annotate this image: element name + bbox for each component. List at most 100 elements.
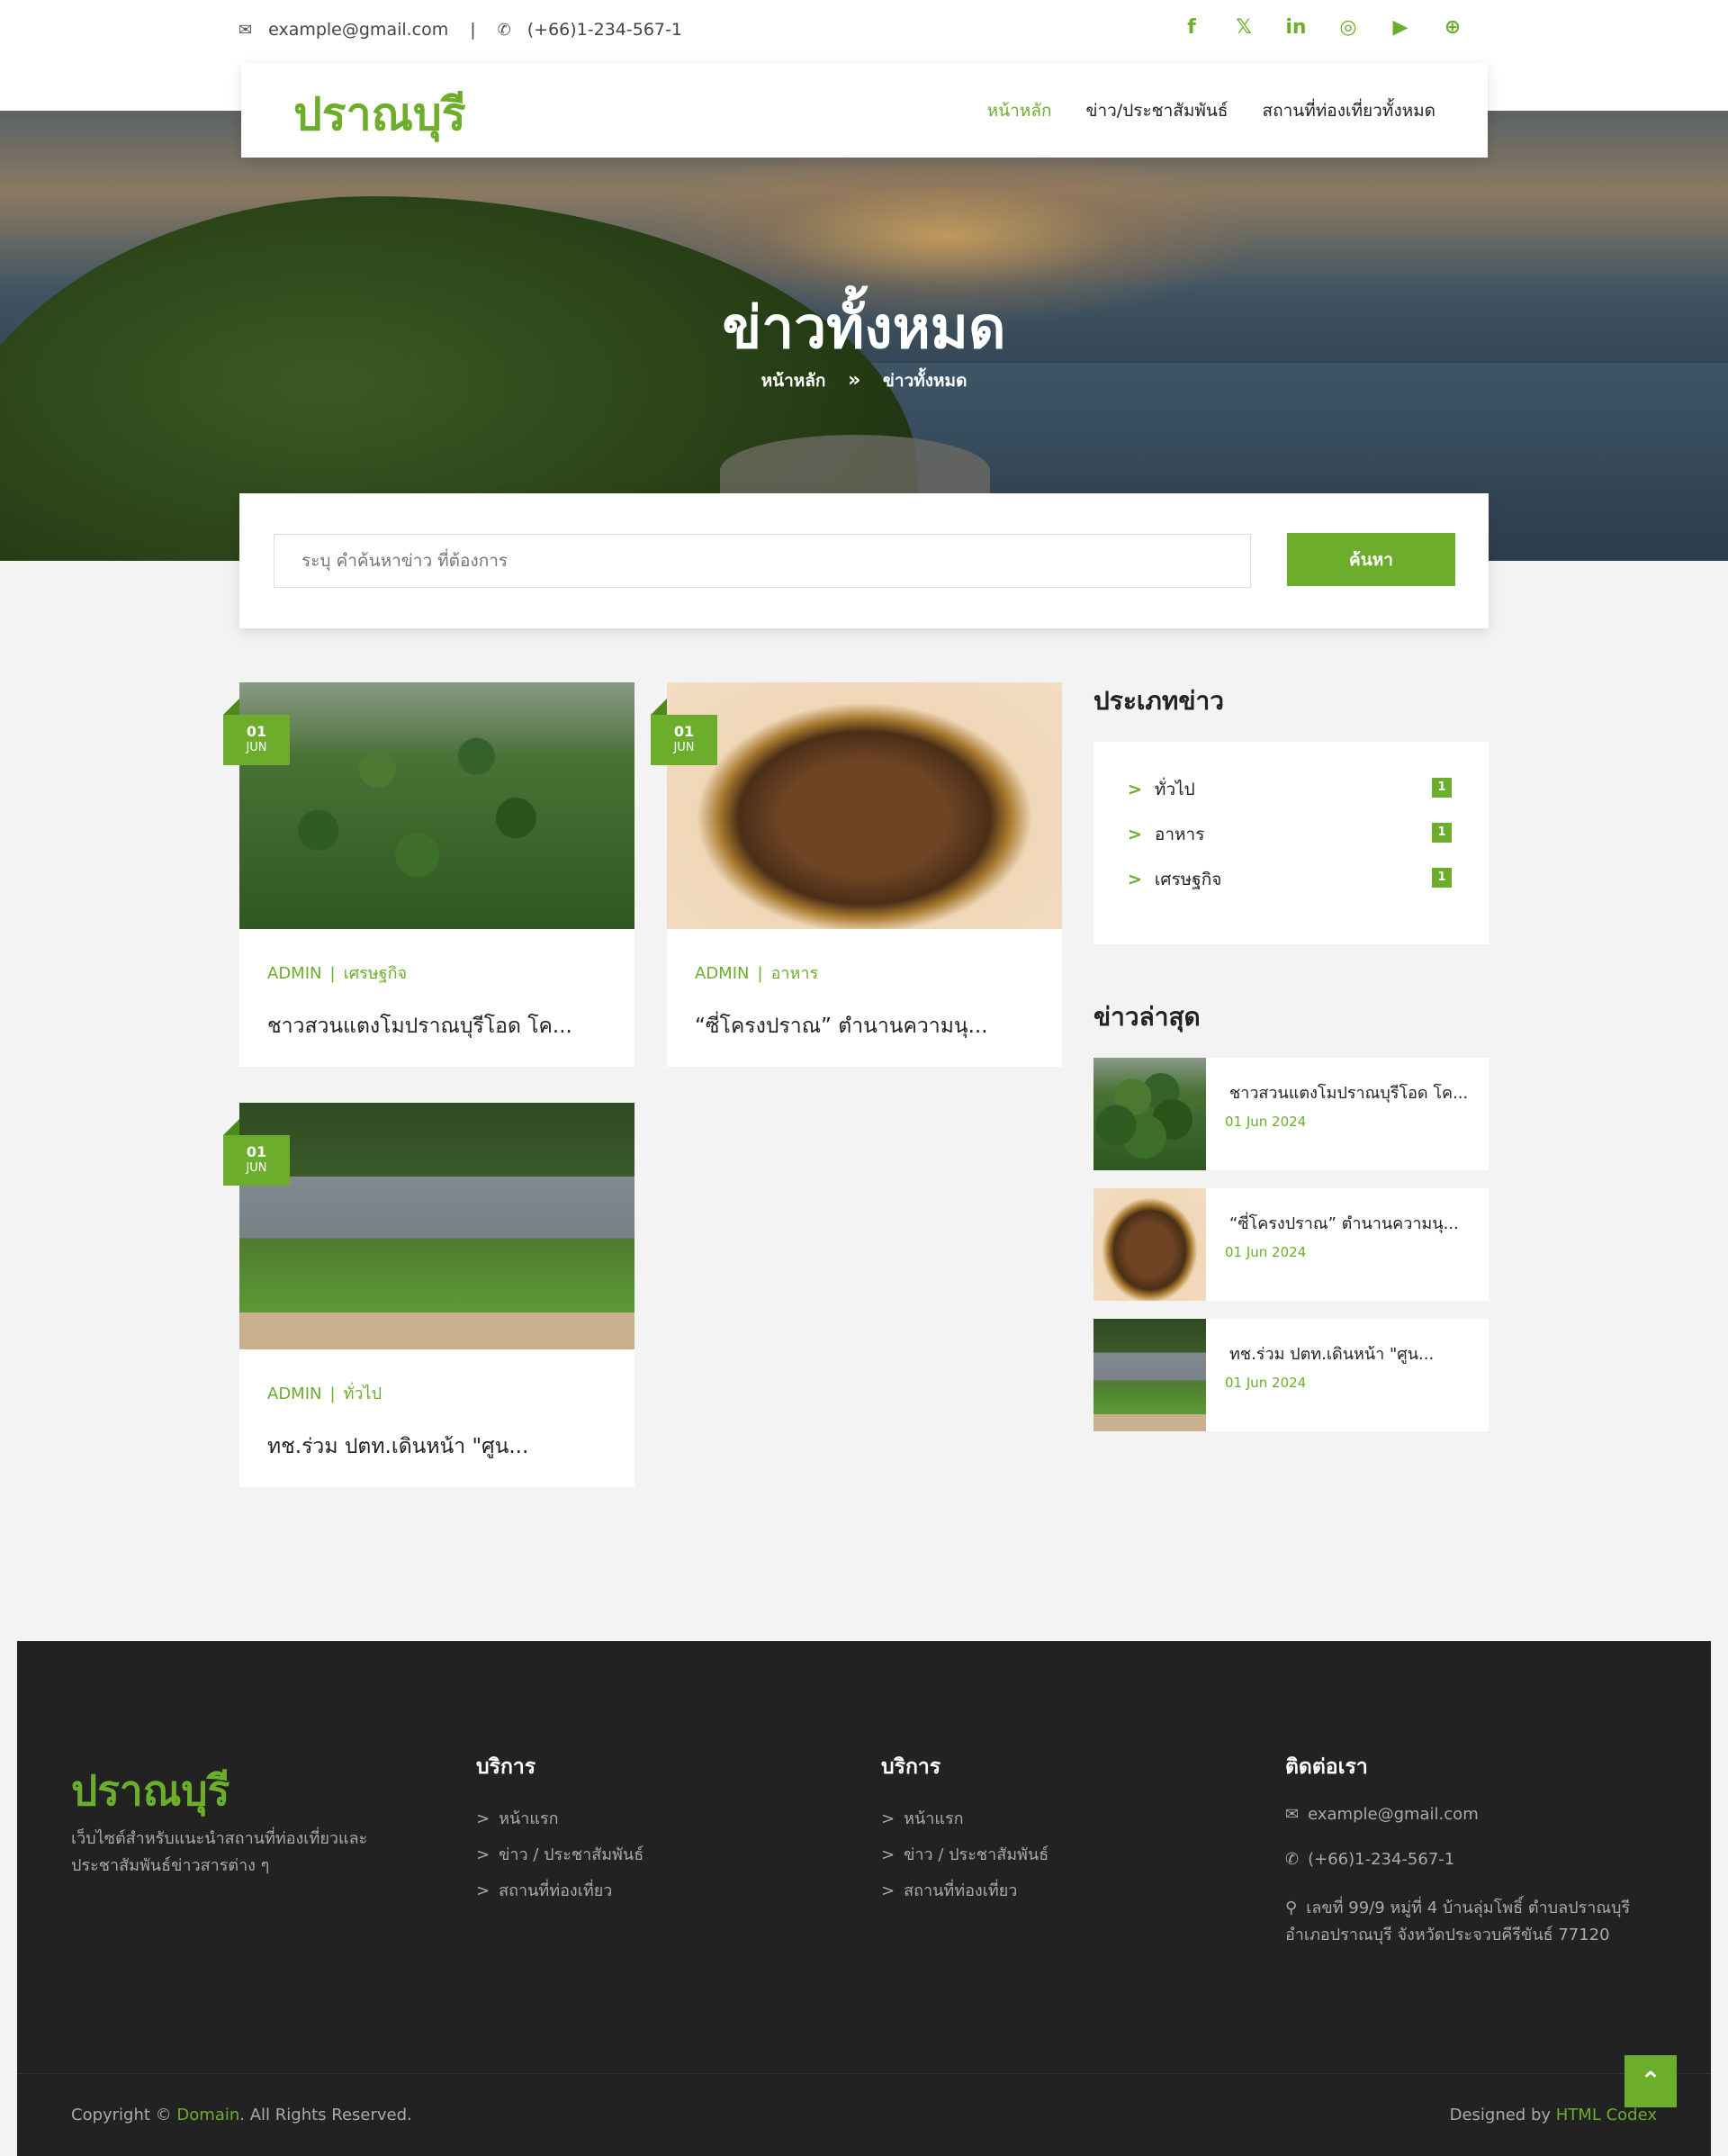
latest-thumb[interactable] (1094, 1188, 1206, 1301)
footer-link-label[interactable]: สถานที่ท่องเที่ยว (499, 1881, 612, 1900)
category-count: 1 (1432, 868, 1452, 888)
back-to-top-button[interactable]: ⌃ (1624, 2055, 1677, 2107)
latest-date: 01 Jun 2024 (1225, 1375, 1307, 1391)
search-button[interactable]: ค้นหา (1287, 533, 1455, 586)
email-icon: ✉ (1285, 1805, 1300, 1824)
chevron-right-icon: > (881, 1881, 896, 1900)
footer-link-home[interactable]: > หน้าแรก (476, 1805, 559, 1831)
copyright-prefix: Copyright © (71, 2106, 172, 2124)
topbar-phone[interactable]: (+66)1-234-567-1 (527, 20, 682, 40)
latest-title[interactable]: ทช.ร่วม ปตท.เดินหน้า "ศูน... (1229, 1340, 1434, 1367)
news-meta: ADMIN | อาหาร (695, 964, 819, 983)
footer-link-label[interactable]: ข่าว / ประชาสัมพันธ์ (904, 1845, 1048, 1864)
news-meta: ADMIN | ทั่วไป (267, 1385, 382, 1403)
latest-news-item[interactable]: ทช.ร่วม ปตท.เดินหน้า "ศูน... 01 Jun 2024 (1094, 1319, 1489, 1431)
double-chevron-up-icon: ⌃ (1640, 2066, 1661, 2096)
footer-email[interactable]: ✉ example@gmail.com (1285, 1805, 1479, 1824)
news-author[interactable]: ADMIN (267, 964, 321, 983)
news-image-food[interactable] (667, 682, 1062, 929)
news-category[interactable]: ทั่วไป (344, 1385, 382, 1403)
double-chevron-right-icon: » (848, 369, 861, 392)
footer-link-news[interactable]: > ข่าว / ประชาสัมพันธ์ (881, 1841, 1048, 1867)
header-navbar: ปราณบุรี หน้าหลัก ข่าว/ประชาสัมพันธ์ สถา… (241, 63, 1488, 158)
chevron-right-icon: > (1128, 780, 1142, 799)
footer-link-news[interactable]: > ข่าว / ประชาสัมพันธ์ (476, 1841, 644, 1867)
topbar-contact: ✉ example@gmail.com | ✆ (+66)1-234-567-1 (238, 20, 682, 40)
footer-link-attractions[interactable]: > สถานที่ท่องเที่ยว (476, 1877, 612, 1903)
copyright-link[interactable]: Domain (176, 2106, 239, 2124)
footer-logo[interactable]: ปราณบุรี (71, 1758, 230, 1824)
chevron-right-icon: > (1128, 825, 1142, 844)
footer-link-attractions[interactable]: > สถานที่ท่องเที่ยว (881, 1877, 1017, 1903)
category-label[interactable]: อาหาร (1155, 825, 1204, 844)
nav-item-home[interactable]: หน้าหลัก (987, 97, 1052, 124)
footer-link-label[interactable]: หน้าแรก (904, 1809, 963, 1828)
search-input[interactable] (274, 534, 1251, 588)
footer-col1-heading: บริการ (476, 1755, 536, 1779)
footer-link-label[interactable]: หน้าแรก (499, 1809, 558, 1828)
news-card[interactable]: 01 JUN ADMIN | เศรษฐกิจ ชาวสวนแตงโมปราณบุร… (223, 682, 634, 1067)
latest-news-heading: ข่าวล่าสุด (1094, 1002, 1201, 1032)
youtube-icon[interactable]: ▶ (1388, 16, 1413, 39)
footer-phone-text[interactable]: (+66)1-234-567-1 (1308, 1850, 1454, 1869)
linkedin-icon[interactable]: in (1283, 16, 1309, 39)
news-author[interactable]: ADMIN (267, 1385, 321, 1403)
footer-link-home[interactable]: > หน้าแรก (881, 1805, 964, 1831)
news-image-park[interactable] (239, 1103, 634, 1349)
date-badge: 01 JUN (223, 1119, 290, 1186)
breadcrumb-home[interactable]: หน้าหลัก (761, 371, 826, 391)
news-image-watermelon[interactable] (239, 682, 634, 929)
footer-contact-heading: ติดต่อเรา (1285, 1755, 1368, 1779)
copyright: Copyright © Domain. All Rights Reserved. (71, 2106, 412, 2124)
main-nav: หน้าหลัก ข่าว/ประชาสัมพันธ์ สถานที่ท่องเ… (987, 97, 1436, 124)
footer-phone[interactable]: ✆ (+66)1-234-567-1 (1285, 1850, 1454, 1869)
nav-item-attractions[interactable]: สถานที่ท่องเที่ยวทั้งหมด (1262, 97, 1436, 124)
instagram-icon[interactable]: ◎ (1336, 16, 1361, 39)
date-day: 01 (246, 723, 267, 740)
footer-divider (17, 2073, 1711, 2074)
news-category[interactable]: เศรษฐกิจ (344, 964, 408, 983)
facebook-icon[interactable]: f (1179, 16, 1204, 39)
category-count: 1 (1432, 778, 1452, 798)
category-item[interactable]: > อาหาร 1 (1128, 821, 1452, 848)
site-logo[interactable]: ปราณบุรี (293, 79, 466, 150)
latest-news-item[interactable]: “ซี่โครงปราณ” ตำนานความนุ... 01 Jun 2024 (1094, 1188, 1489, 1301)
category-label[interactable]: เศรษฐกิจ (1155, 870, 1221, 889)
topbar-email[interactable]: example@gmail.com (268, 20, 448, 40)
latest-news-item[interactable]: ชาวสวนแตงโมปราณบุรีโอด โค... 01 Jun 2024 (1094, 1058, 1489, 1170)
phone-icon: ✆ (497, 20, 511, 40)
news-title[interactable]: “ซี่โครงปราณ” ตำนานความนุ... (695, 1010, 988, 1042)
designed-link[interactable]: HTML Codex (1556, 2106, 1657, 2124)
x-icon[interactable]: 𝕏 (1231, 16, 1256, 39)
globe-icon[interactable]: ⊕ (1440, 16, 1465, 39)
news-card[interactable]: 01 JUN ADMIN | ทั่วไป ทช.ร่วม ปตท.เดินหน้า… (223, 1103, 634, 1487)
category-item[interactable]: > เศรษฐกิจ 1 (1128, 866, 1452, 893)
footer-email-text[interactable]: example@gmail.com (1308, 1805, 1479, 1824)
latest-title[interactable]: “ซี่โครงปราณ” ตำนานความนุ... (1229, 1210, 1459, 1236)
footer-address-text: เลขที่ 99/9 หมู่ที่ 4 บ้านลุ่มโพธิ์ ตำบล… (1285, 1899, 1631, 1944)
news-title[interactable]: ทช.ร่วม ปตท.เดินหน้า "ศูน... (267, 1430, 528, 1463)
footer-link-label[interactable]: ข่าว / ประชาสัมพันธ์ (499, 1845, 644, 1864)
breadcrumb: หน้าหลัก » ข่าวทั้งหมด (0, 367, 1728, 394)
news-meta: ADMIN | เศรษฐกิจ (267, 964, 408, 983)
latest-date: 01 Jun 2024 (1225, 1244, 1307, 1260)
designed-prefix: Designed by (1449, 2106, 1552, 2124)
category-label[interactable]: ทั่วไป (1155, 780, 1195, 799)
chevron-right-icon: > (476, 1845, 490, 1864)
news-category[interactable]: อาหาร (771, 964, 819, 983)
news-card[interactable]: 01 JUN ADMIN | อาหาร “ซี่โครงปราณ” ตำนานคว… (651, 682, 1062, 1067)
designed-by: Designed by HTML Codex (1450, 2106, 1657, 2124)
latest-thumb[interactable] (1094, 1058, 1206, 1170)
latest-thumb[interactable] (1094, 1319, 1206, 1431)
email-icon: ✉ (238, 20, 253, 40)
category-item[interactable]: > ทั่วไป 1 (1128, 776, 1452, 803)
chevron-right-icon: > (881, 1845, 896, 1864)
footer-link-label[interactable]: สถานที่ท่องเที่ยว (904, 1881, 1017, 1900)
latest-title[interactable]: ชาวสวนแตงโมปราณบุรีโอด โค... (1229, 1079, 1468, 1105)
chevron-right-icon: > (476, 1881, 490, 1900)
news-author[interactable]: ADMIN (695, 964, 749, 983)
news-title[interactable]: ชาวสวนแตงโมปราณบุรีโอด โค... (267, 1010, 572, 1042)
date-badge: 01 JUN (223, 699, 290, 765)
nav-item-news[interactable]: ข่าว/ประชาสัมพันธ์ (1085, 97, 1228, 124)
chevron-right-icon: > (476, 1809, 490, 1828)
